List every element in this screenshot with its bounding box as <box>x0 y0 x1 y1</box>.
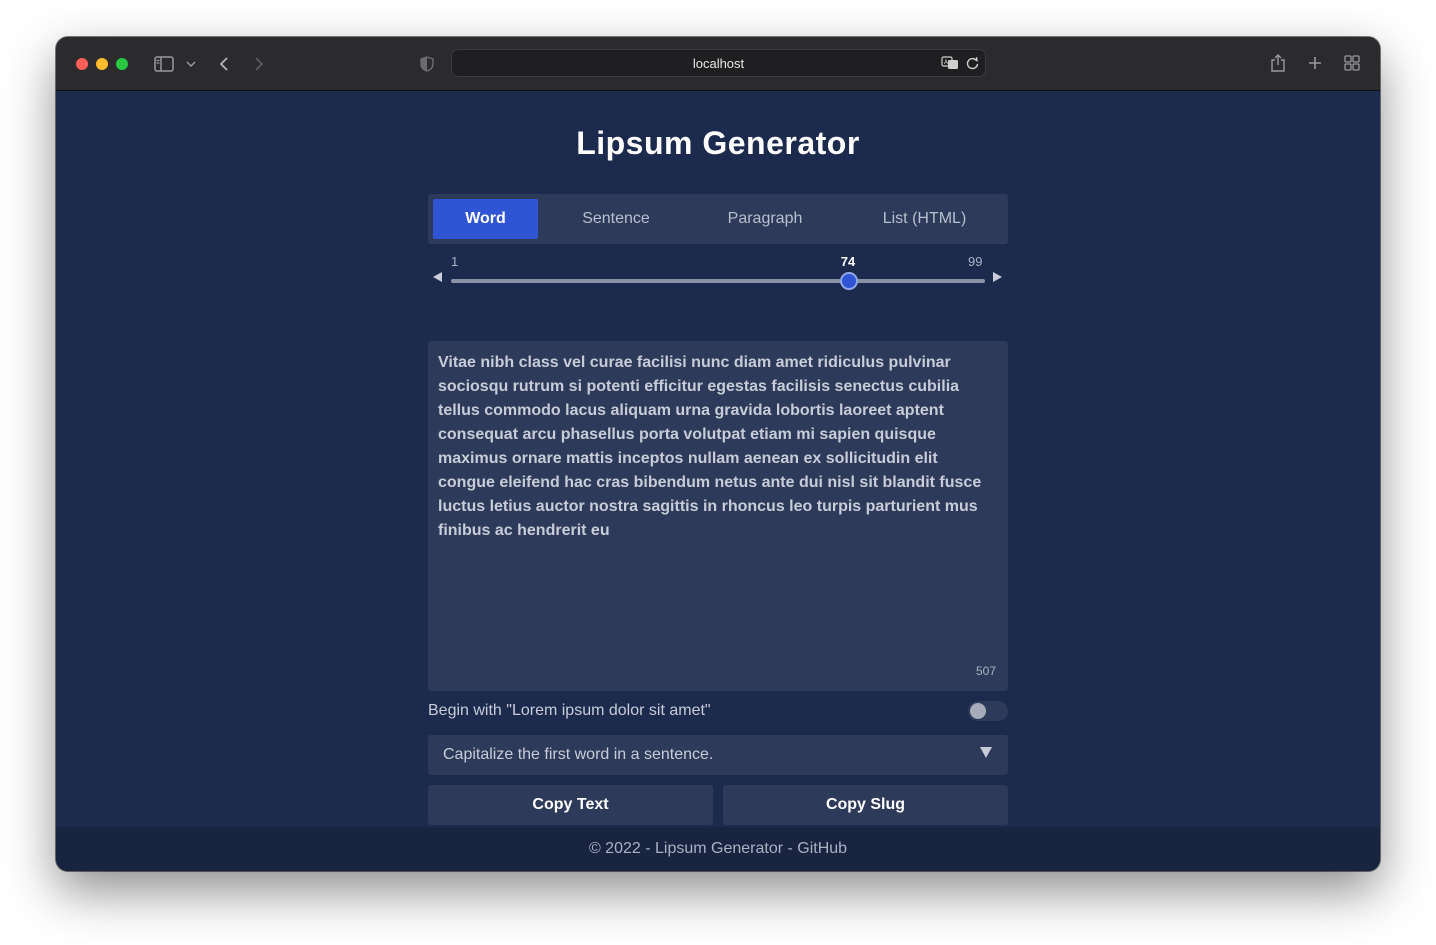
count-slider[interactable]: 1 74 99 <box>428 251 1008 291</box>
capitalization-select-value: Capitalize the first word in a sentence. <box>443 746 714 763</box>
lorem-ipsum-toggle-row: Begin with "Lorem ipsum dolor sit amet" <box>428 699 1008 723</box>
back-icon[interactable] <box>216 54 232 74</box>
tab-list-html[interactable]: List (HTML) <box>846 199 1003 239</box>
minimize-window-button[interactable] <box>96 58 108 70</box>
maximize-window-button[interactable] <box>116 58 128 70</box>
slider-thumb[interactable] <box>839 272 858 290</box>
output-textarea[interactable]: Vitae nibh class vel curae facilisi nunc… <box>428 341 1008 691</box>
page-title: Lipsum Generator <box>576 125 860 161</box>
slider-min-label: 1 <box>451 254 459 269</box>
forward-icon[interactable] <box>251 54 267 74</box>
tab-paragraph[interactable]: Paragraph <box>694 199 836 239</box>
lorem-ipsum-toggle-label: Begin with "Lorem ipsum dolor sit amet" <box>428 702 711 719</box>
tab-overview-icon[interactable] <box>1343 54 1361 72</box>
lorem-ipsum-toggle[interactable] <box>968 701 1008 721</box>
capitalization-select[interactable]: Capitalize the first word in a sentence. <box>428 735 1008 775</box>
share-icon[interactable] <box>1269 52 1287 74</box>
tab-sentence[interactable]: Sentence <box>548 199 684 239</box>
reload-icon[interactable] <box>966 56 979 73</box>
copy-slug-button[interactable]: Copy Slug <box>723 785 1008 825</box>
toggle-knob <box>970 703 986 719</box>
browser-titlebar: localhost A <box>56 37 1380 91</box>
character-count: 507 <box>975 664 996 678</box>
chevron-down-icon[interactable] <box>184 57 198 71</box>
copy-text-button[interactable]: Copy Text <box>428 785 713 825</box>
slider-increment-arrow[interactable] <box>993 272 1002 282</box>
browser-window: localhost A Lipsum Generator Word Senten… <box>56 37 1380 871</box>
sidebar-toggle-icon[interactable] <box>153 54 175 74</box>
chevron-down-icon <box>980 747 992 758</box>
slider-max-label: 99 <box>968 254 983 269</box>
translate-icon[interactable]: A <box>941 56 959 73</box>
mode-tabs: Word Sentence Paragraph List (HTML) <box>428 194 1008 244</box>
footer: © 2022 - Lipsum Generator - GitHub <box>56 827 1380 871</box>
slider-track[interactable] <box>451 279 985 283</box>
footer-text: © 2022 - Lipsum Generator - GitHub <box>588 840 848 857</box>
close-window-button[interactable] <box>76 58 88 70</box>
privacy-shield-icon[interactable] <box>418 55 436 73</box>
tab-word[interactable]: Word <box>433 199 538 239</box>
slider-value-label: 74 <box>840 254 856 269</box>
address-bar-url: localhost <box>692 55 745 71</box>
address-bar[interactable]: localhost A <box>451 49 986 77</box>
new-tab-icon[interactable] <box>1306 54 1324 72</box>
slider-decrement-arrow[interactable] <box>433 272 442 282</box>
output-text: Vitae nibh class vel curae facilisi nunc… <box>438 354 982 539</box>
page-content: Lipsum Generator Word Sentence Paragraph… <box>56 91 1380 871</box>
